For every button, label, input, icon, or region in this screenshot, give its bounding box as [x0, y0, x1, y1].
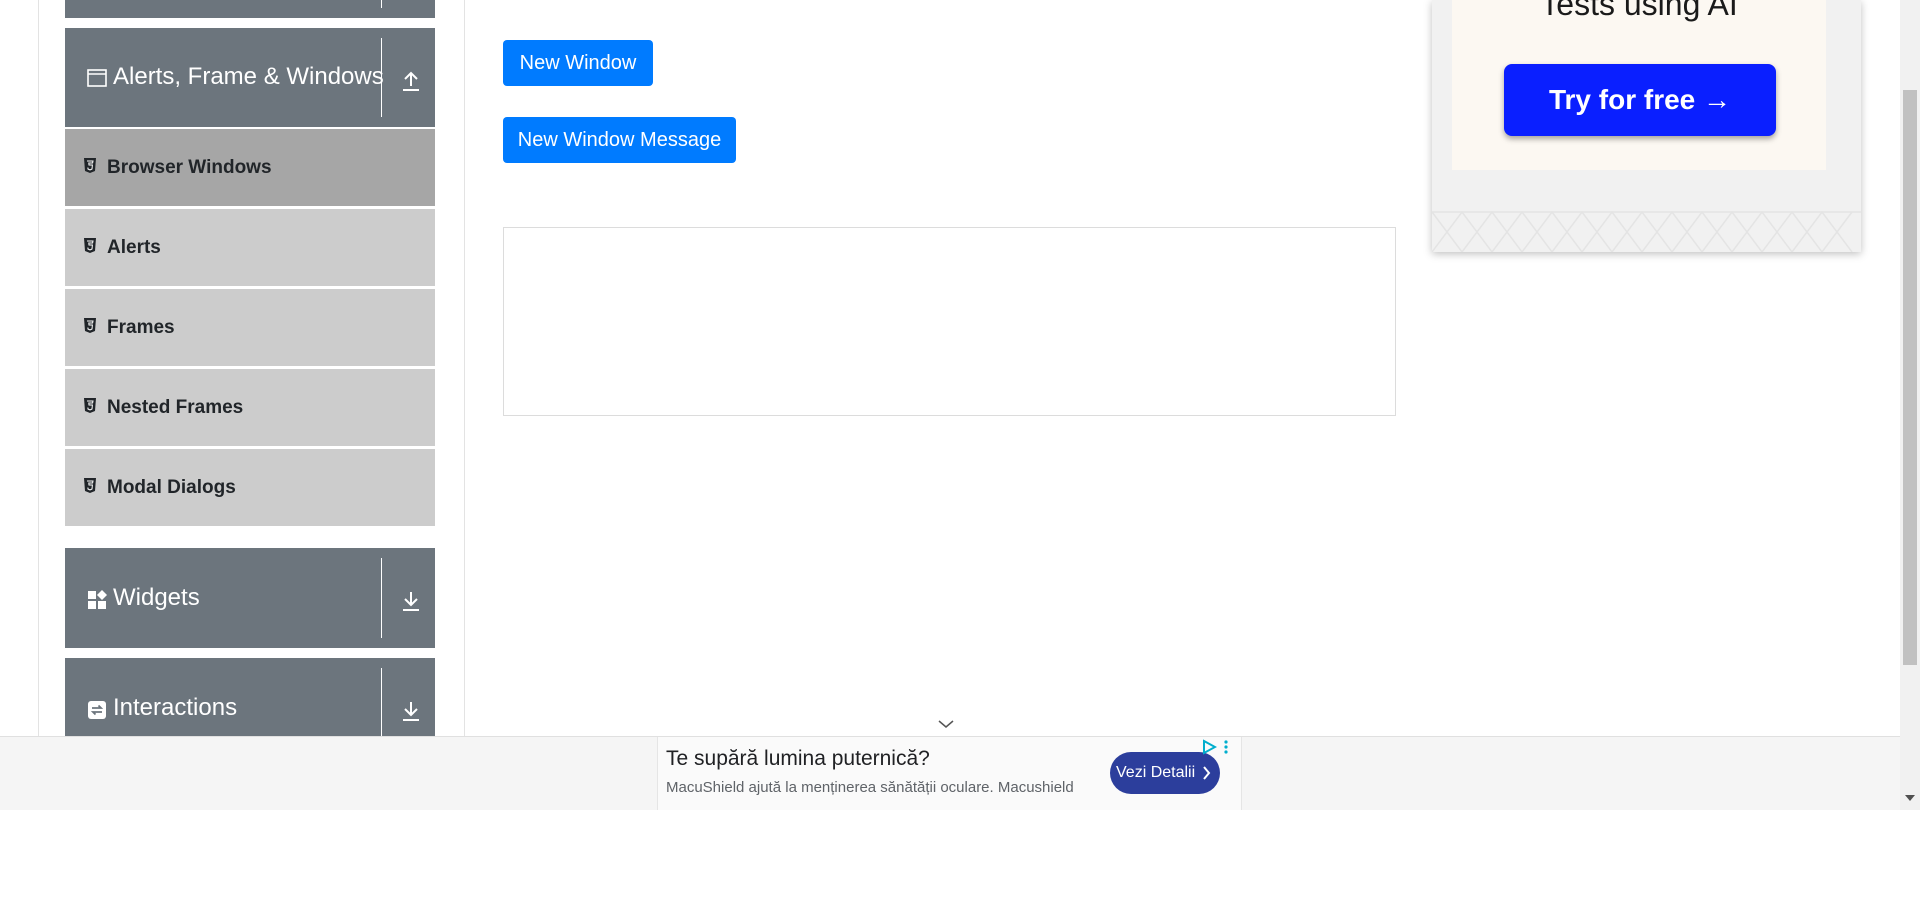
ad-subtitle: MacuShield ajută la menținerea sănătății… [666, 779, 1074, 796]
interactions-icon [87, 700, 107, 725]
window-icon [87, 69, 107, 92]
sidebar-item-label: Modal Dialogs [107, 477, 236, 498]
widgets-icon [87, 590, 107, 615]
chevron-right-icon [1202, 752, 1212, 810]
sidebar-item-label: Alerts [107, 237, 161, 258]
group-label: Alerts, Frame & Windows [113, 63, 384, 90]
ad-panel: Tests using AI Try for free → [1452, 0, 1826, 170]
more-options-icon [1223, 739, 1229, 760]
previous-group-header[interactable] [65, 0, 435, 18]
sidebar-item-label: Frames [107, 317, 175, 338]
ad-cta-label: Vezi Detalii [1116, 764, 1196, 781]
html5-icon [83, 237, 97, 253]
sidebar-divider [464, 0, 465, 740]
left-border [38, 0, 39, 740]
ad-headline: Tests using AI [1540, 0, 1738, 22]
new-window-message-button[interactable]: New Window Message [503, 117, 736, 163]
html5-icon [83, 397, 97, 413]
sidebar-item-label: Browser Windows [107, 157, 272, 178]
header-divider [381, 558, 382, 638]
ad-choices[interactable] [1201, 737, 1241, 759]
vertical-scrollbar[interactable] [1900, 0, 1920, 810]
group-widgets[interactable]: Widgets [65, 548, 435, 648]
bottom-ad[interactable]: Te supără lumina puternică? MacuShield a… [657, 737, 1242, 810]
new-window-button[interactable]: New Window [503, 40, 653, 86]
collapse-up-icon[interactable] [395, 64, 427, 96]
bottom-ad-strip: Te supără lumina puternică? MacuShield a… [0, 736, 1900, 810]
expand-down-icon[interactable] [395, 584, 427, 616]
header-divider [381, 38, 382, 117]
sidebar-item-alerts[interactable]: Alerts [65, 208, 435, 286]
header-divider [381, 0, 382, 8]
play-triangle-icon [1201, 739, 1218, 760]
content-frame [503, 227, 1396, 416]
sidebar-item-frames[interactable]: Frames [65, 288, 435, 366]
expand-down-icon[interactable] [395, 694, 427, 726]
blank-area [0, 810, 1920, 913]
scroll-down-arrow-icon[interactable] [1905, 795, 1915, 803]
sidebar-item-browser-windows[interactable]: Browser Windows [65, 128, 435, 206]
page-viewport: Alerts, Frame & Windows Browser Windows … [0, 0, 1900, 810]
ad-banner-right[interactable]: Tests using AI Try for free → [1432, 0, 1861, 252]
group-alerts-frame-windows[interactable]: Alerts, Frame & Windows [65, 28, 435, 127]
html5-icon [83, 477, 97, 493]
group-label: Interactions [113, 694, 238, 721]
sidebar-item-label: Nested Frames [107, 397, 244, 418]
scroll-thumb[interactable] [1903, 90, 1917, 665]
sidebar-item-nested-frames[interactable]: Nested Frames [65, 368, 435, 446]
ad-title: Te supără lumina puternică? [666, 747, 930, 770]
sidebar-item-modal-dialogs[interactable]: Modal Dialogs [65, 448, 435, 526]
try-for-free-button[interactable]: Try for free → [1504, 64, 1776, 136]
group-label: Widgets [113, 584, 200, 611]
html5-icon [83, 157, 97, 173]
html5-icon [83, 317, 97, 333]
chevron-down-icon[interactable] [937, 718, 955, 730]
